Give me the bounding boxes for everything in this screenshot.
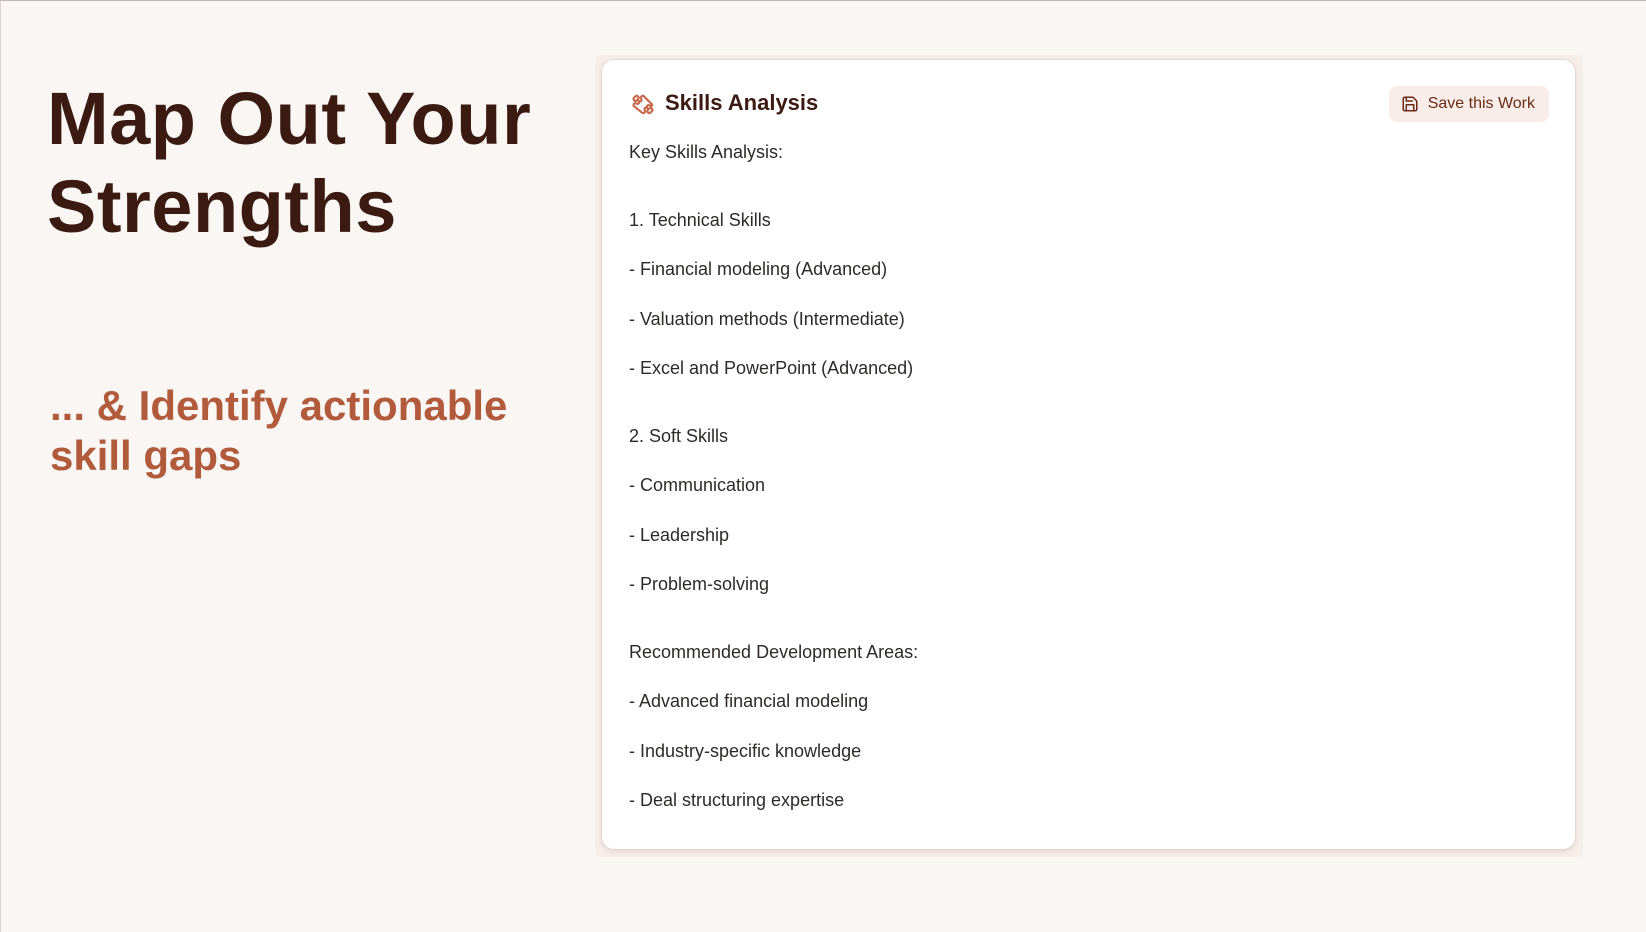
hero-subtitle: ... & Identify actionable skill gaps (50, 382, 508, 479)
list-item: - Financial modeling (Advanced) (629, 259, 888, 279)
list-item: - Advanced financial modeling (629, 691, 869, 711)
list-item: - Communication (629, 475, 766, 495)
list-item: - Excel and PowerPoint (Advanced) (629, 358, 914, 378)
list-item: - Valuation methods (Intermediate) (629, 308, 905, 329)
analysis-body: Key Skills Analysis: 1. Technical Skills… (629, 140, 1529, 838)
card-title: Skills Analysis (665, 90, 819, 115)
save-icon (1401, 95, 1419, 113)
save-work-button[interactable]: Save this Work (1388, 86, 1549, 122)
development-areas-heading: Recommended Development Areas: (629, 641, 919, 662)
puzzle-icon (629, 89, 657, 117)
analysis-intro: Key Skills Analysis: (629, 142, 784, 162)
list-item: - Leadership (629, 524, 730, 545)
skills-analysis-card: Skills Analysis Save this Work Key Skill… (602, 60, 1575, 849)
list-item: - Deal structuring expertise (629, 790, 845, 810)
save-button-label: Save this Work (1427, 95, 1535, 112)
card-header: Skills Analysis (629, 87, 818, 119)
list-item: - Problem-solving (629, 574, 770, 594)
page: Map Out Your Strengths ... & Identify ac… (0, 0, 1646, 932)
list-item: - Industry-specific knowledge (629, 740, 862, 761)
soft-skills-heading: 2. Soft Skills (629, 425, 729, 446)
hero-title: Map Out Your Strengths (47, 77, 532, 248)
technical-skills-heading: 1. Technical Skills (629, 209, 771, 230)
